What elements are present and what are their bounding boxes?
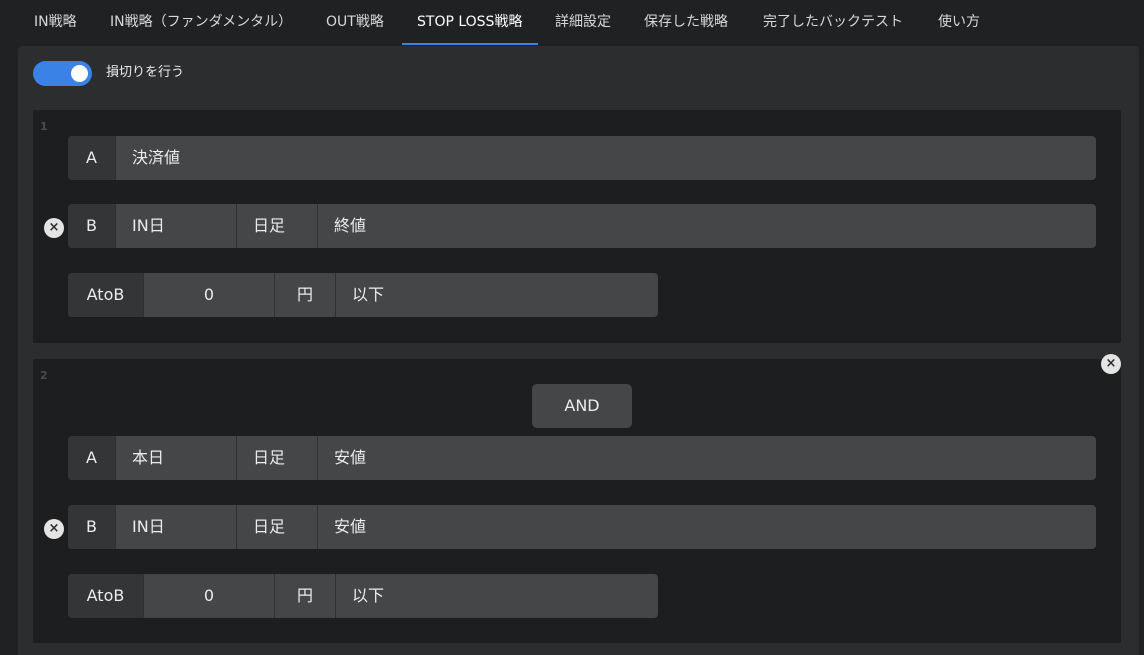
tab-how-to-use[interactable]: 使い方 xyxy=(938,0,980,46)
toggle-knob xyxy=(71,65,88,82)
condition-1-row-compare: AtoB 0 円 以下 xyxy=(68,273,658,317)
condition-1-amount-input[interactable]: 0 xyxy=(144,273,275,317)
condition-1-b-day-select[interactable]: IN日 xyxy=(116,204,237,248)
row-label-atob: AtoB xyxy=(68,574,144,618)
condition-2-remove-block-icon[interactable]: × xyxy=(1101,354,1121,374)
condition-1-a-value-select[interactable]: 決済値 xyxy=(116,136,1096,180)
condition-2-unit-select[interactable]: 円 xyxy=(275,574,336,618)
tab-completed-backtests[interactable]: 完了したバックテスト xyxy=(763,0,903,46)
condition-2-amount-input[interactable]: 0 xyxy=(144,574,275,618)
condition-1-operator-select[interactable]: 以下 xyxy=(336,273,658,317)
condition-2-b-period-select[interactable]: 日足 xyxy=(237,505,318,549)
condition-1-row-b: B IN日 日足 終値 xyxy=(68,204,1096,248)
row-label-a: A xyxy=(68,136,116,180)
row-label-b: B xyxy=(68,204,116,248)
stop-loss-toggle[interactable] xyxy=(33,61,92,86)
condition-1-b-price-select[interactable]: 終値 xyxy=(318,204,1096,248)
condition-2-b-price-select[interactable]: 安値 xyxy=(318,505,1096,549)
condition-1-unit-select[interactable]: 円 xyxy=(275,273,336,317)
condition-number: 2 xyxy=(40,369,48,382)
tab-detail-settings[interactable]: 詳細設定 xyxy=(555,0,611,46)
condition-2-operator-select[interactable]: 以下 xyxy=(336,574,658,618)
condition-2-row-a: A 本日 日足 安値 xyxy=(68,436,1096,480)
condition-2-row-b: B IN日 日足 安値 xyxy=(68,505,1096,549)
condition-1-b-period-select[interactable]: 日足 xyxy=(237,204,318,248)
row-label-atob: AtoB xyxy=(68,273,144,317)
condition-2-b-day-select[interactable]: IN日 xyxy=(116,505,237,549)
condition-2-join-button[interactable]: AND xyxy=(532,384,632,428)
row-label-b: B xyxy=(68,505,116,549)
tab-in-strategy-fundamental[interactable]: IN戦略（ファンダメンタル） xyxy=(110,0,292,46)
tab-out-strategy[interactable]: OUT戦略 xyxy=(326,0,384,46)
row-label-a: A xyxy=(68,436,116,480)
condition-2-a-price-select[interactable]: 安値 xyxy=(318,436,1096,480)
condition-2-a-period-select[interactable]: 日足 xyxy=(237,436,318,480)
condition-1-row-a: A 決済値 xyxy=(68,136,1096,180)
tab-saved-strategies[interactable]: 保存した戦略 xyxy=(644,0,728,46)
tab-in-strategy[interactable]: IN戦略 xyxy=(34,0,77,46)
condition-2-remove-b-icon[interactable]: × xyxy=(44,519,64,539)
tab-stop-loss-strategy[interactable]: STOP LOSS戦略 xyxy=(417,0,522,46)
condition-1-remove-b-icon[interactable]: × xyxy=(44,218,64,238)
condition-2-row-compare: AtoB 0 円 以下 xyxy=(68,574,658,618)
condition-2-a-day-select[interactable]: 本日 xyxy=(116,436,237,480)
active-tab-indicator xyxy=(402,43,538,45)
condition-number: 1 xyxy=(40,120,48,133)
stop-loss-toggle-label: 損切りを行う xyxy=(106,65,185,80)
tab-bar: IN戦略 IN戦略（ファンダメンタル） OUT戦略 STOP LOSS戦略 詳細… xyxy=(0,0,1144,46)
